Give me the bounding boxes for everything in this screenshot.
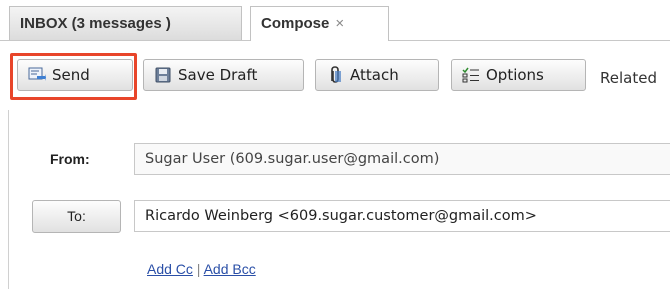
related-dropdown[interactable]: Related — [600, 69, 657, 87]
add-bcc-link[interactable]: Add Bcc — [204, 261, 256, 277]
to-field[interactable]: Ricardo Weinberg <609.sugar.customer@gma… — [134, 200, 670, 232]
form-left-border — [8, 110, 9, 289]
cc-bcc-links: Add Cc | Add Bcc — [147, 261, 256, 277]
attach-label: Attach — [350, 66, 399, 84]
save-draft-button[interactable]: Save Draft — [143, 59, 304, 91]
close-icon[interactable]: × — [335, 15, 344, 32]
attach-button[interactable]: Attach — [315, 59, 439, 91]
tab-inbox[interactable]: INBOX (3 messages ) — [9, 6, 242, 40]
send-button[interactable]: Send — [17, 59, 133, 91]
send-icon — [28, 66, 46, 84]
checklist-icon — [462, 66, 480, 84]
options-label: Options — [486, 66, 544, 84]
to-button[interactable]: To: — [32, 200, 121, 233]
tab-compose-label: Compose — [261, 15, 330, 32]
compose-toolbar: Send Save Draft Attach Options Related — [0, 41, 670, 111]
options-button[interactable]: Options — [451, 59, 586, 91]
tab-compose[interactable]: Compose × — [250, 6, 389, 41]
from-field[interactable]: Sugar User (609.sugar.user@gmail.com) — [134, 143, 670, 175]
floppy-disk-icon — [154, 66, 172, 84]
from-label: From: — [50, 151, 90, 167]
link-separator: | — [192, 261, 204, 277]
send-label: Send — [52, 66, 90, 84]
paperclip-icon — [326, 66, 344, 84]
tab-inbox-label: INBOX (3 messages ) — [20, 15, 171, 32]
add-cc-link[interactable]: Add Cc — [147, 261, 193, 277]
tab-bar: INBOX (3 messages ) Compose × — [0, 0, 670, 41]
save-draft-label: Save Draft — [178, 66, 258, 84]
